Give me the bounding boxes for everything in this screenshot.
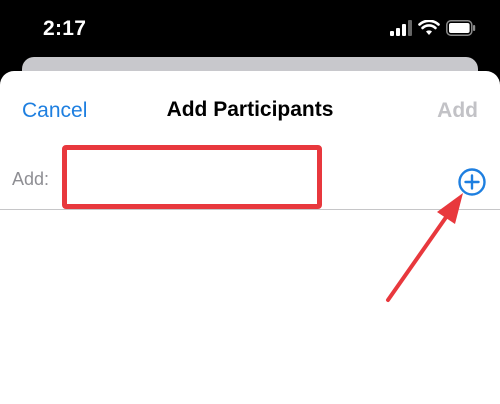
divider — [0, 209, 500, 210]
signal-icon — [390, 20, 412, 36]
add-field-label: Add: — [12, 169, 50, 189]
status-bar: 2:17 — [0, 0, 500, 60]
add-participants-sheet: Cancel Add Participants Add Add: — [0, 71, 500, 404]
add-button[interactable]: Add — [437, 99, 478, 123]
status-time: 2:17 — [43, 17, 87, 40]
sheet-title: Add Participants — [166, 98, 334, 121]
battery-icon — [446, 20, 476, 36]
participant-input[interactable] — [62, 145, 322, 209]
screen: 2:17 Cancel Add Participants Add Add: — [0, 0, 500, 404]
wifi-icon — [418, 20, 440, 35]
add-contact-icon[interactable] — [457, 167, 487, 197]
status-icons — [390, 20, 476, 40]
